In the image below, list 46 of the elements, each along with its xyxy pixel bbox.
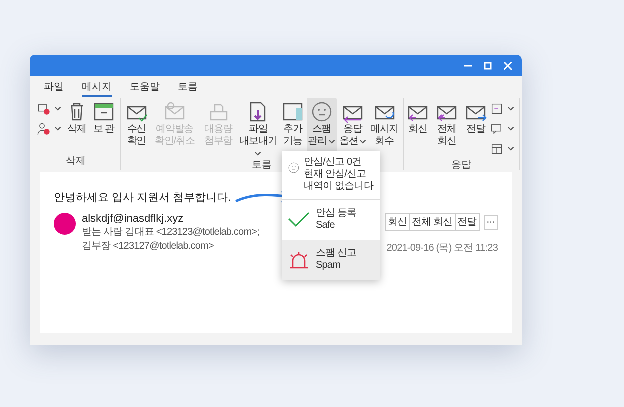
menu-message: 현재 안심/신고 내역이 없습니다 [304, 169, 375, 193]
message-action-button[interactable]: 전체 회신 [409, 213, 456, 231]
siren-icon [288, 251, 310, 269]
close-icon[interactable] [504, 62, 512, 70]
chevron-icon [329, 140, 336, 144]
chevron-icon [55, 107, 61, 111]
message-subject: 안녕하세요 입사 지원서 첨부합니다. [54, 191, 232, 205]
chevron-icon [508, 127, 514, 131]
ribbon-button[interactable]: 보 관 [91, 98, 117, 156]
ribbon-tab[interactable]: 메시지 [82, 82, 112, 97]
group-label: 토름 [252, 160, 272, 173]
chat-icon [490, 122, 504, 136]
chevron-icon [360, 140, 366, 144]
ribbon-button[interactable]: 회신 [407, 98, 429, 160]
ribbon-button[interactable]: 수신 확인 [124, 98, 150, 160]
group-label: 삭제 [66, 156, 86, 169]
menu-item[interactable]: 스팸 신고 Spam [282, 240, 380, 280]
maximize-icon[interactable] [484, 62, 492, 70]
group-label: 응답 [452, 160, 472, 173]
ribbon-tab[interactable]: 토름 [178, 82, 198, 97]
chevron-icon [55, 127, 61, 131]
check-icon [288, 212, 310, 228]
blocked-person-icon [37, 122, 51, 136]
ribbon-tab[interactable]: 도움말 [130, 82, 160, 97]
menu-title: 안심/신고 0건 [304, 157, 363, 169]
chevron-icon [255, 152, 262, 156]
face-icon [310, 100, 334, 124]
menu-item[interactable]: 안심 등록 Safe [282, 200, 380, 240]
blocked-envelope-icon [37, 102, 51, 116]
chevron-icon [508, 107, 514, 111]
message-date: 2021-09-16 (목) 오전 11:23 [386, 242, 498, 255]
ribbon-tab[interactable]: 파일 [44, 82, 64, 97]
avatar [54, 213, 76, 235]
more-button[interactable]: ··· [484, 214, 498, 230]
ribbon-button[interactable]: 추가 기능 [280, 98, 306, 160]
sender-address: alskdjf@inasdflkj.xyz [82, 213, 185, 225]
calendar-grid-icon [490, 142, 504, 156]
ribbon-button[interactable]: 전달 [465, 98, 487, 160]
recipients-line: 받는 사람 김대표 <123123@totlelab.com>; 김부장 <123127@totlelab.com> [82, 226, 260, 253]
ribbon-button[interactable]: 파일 내보내기 [238, 98, 280, 160]
ribbon-button[interactable]: 전체 회신 [430, 98, 464, 160]
ribbon-button[interactable]: 메시지 회수 [369, 98, 400, 160]
chevron-icon [508, 147, 514, 151]
ribbon-button[interactable]: 삭제 [64, 98, 90, 156]
message-action-button[interactable]: 전달 [454, 213, 480, 231]
message-action-button[interactable]: 회신 [385, 213, 410, 231]
